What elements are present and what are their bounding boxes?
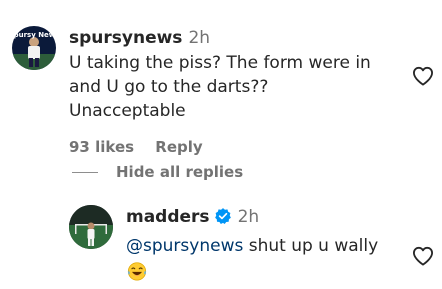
verified-badge-icon: [214, 207, 232, 231]
reply-text: @spursynews shut up u wally: [126, 234, 406, 258]
replies-divider: [72, 171, 98, 173]
reply-madders: madders 2h @spursynews shut up u wally: [126, 206, 406, 289]
comment-spursynews: spursynews 2h U taking the piss? The form…: [69, 27, 389, 156]
comment-text: U taking the piss? The form were in and …: [69, 51, 389, 123]
comment-username[interactable]: spursynews: [69, 28, 182, 48]
reply-button[interactable]: Reply: [155, 138, 202, 156]
reply-emoji-line: [126, 260, 406, 289]
avatar-logo-text: Spursy News: [12, 31, 56, 39]
comment-text-line-1: U taking the piss? The form were in: [69, 53, 371, 73]
reply-username[interactable]: madders: [126, 207, 210, 227]
reply-header: madders 2h: [126, 206, 406, 231]
comment-time: 2h: [188, 28, 211, 48]
mention-link[interactable]: @spursynews: [126, 236, 243, 256]
comment-text-line-2: and U go to the darts?? Unacceptable: [69, 77, 269, 121]
hide-replies-button[interactable]: Hide all replies: [72, 160, 243, 184]
avatar-madders[interactable]: [69, 205, 113, 249]
comment-header: spursynews 2h: [69, 27, 389, 49]
likes-count[interactable]: 93 likes: [69, 138, 134, 156]
reply-heart-icon[interactable]: [412, 246, 434, 270]
heart-icon[interactable]: [412, 66, 434, 90]
laughing-emoji-icon: [126, 260, 148, 289]
comment-actions: 93 likes Reply: [69, 138, 389, 156]
reply-text-body: shut up u wally: [243, 236, 379, 256]
reply-time: 2h: [237, 207, 260, 227]
hide-replies-label: Hide all replies: [116, 163, 244, 181]
avatar-spursynews[interactable]: Spursy News: [12, 26, 56, 70]
